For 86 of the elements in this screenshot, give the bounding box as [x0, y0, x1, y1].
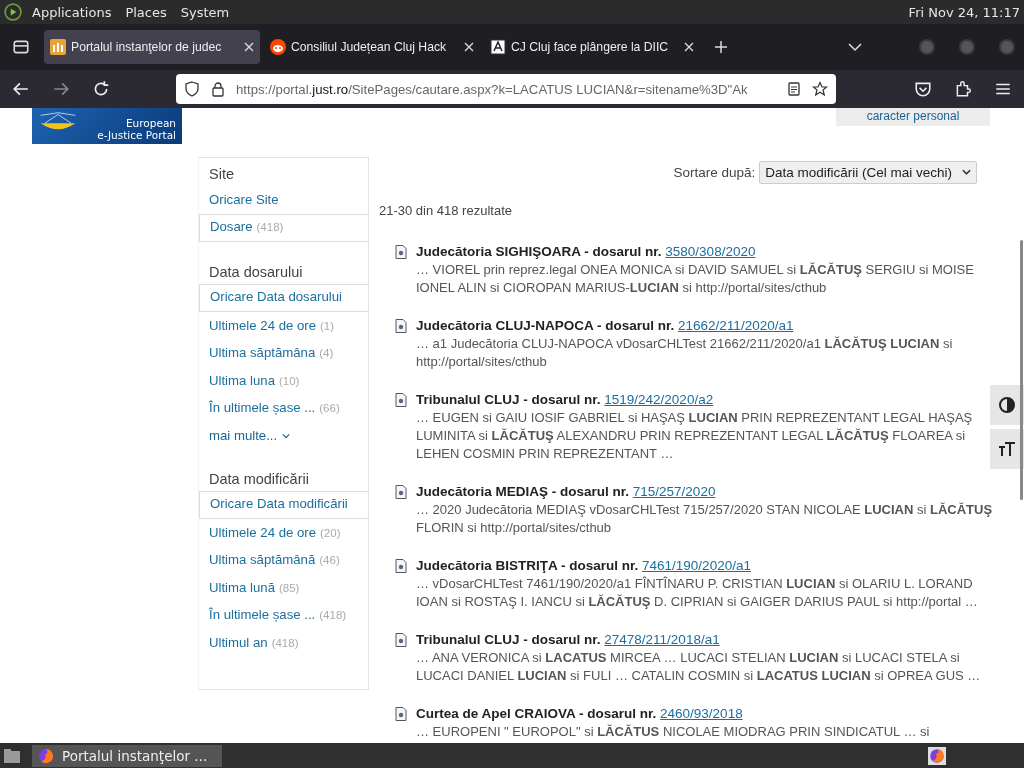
- system-logo-icon[interactable]: [4, 3, 22, 21]
- document-icon: [395, 393, 407, 407]
- bookmark-star-icon[interactable]: [812, 81, 828, 97]
- result-snippet: … 2020 Judecătoria MEDIAŞ vDosarCHLTest 715/257/2020 STAN NICOLAE LUCIAN si LĂCĂTUŞ FLORIN si http://portal/sites/cthub: [416, 501, 994, 537]
- panel-menu[interactable]: System: [180, 4, 230, 20]
- e-justice-logo[interactable]: European e-Justice Portal: [32, 108, 182, 144]
- case-number-link[interactable]: 715/257/2020: [632, 484, 716, 499]
- fox-globe-icon: [38, 747, 54, 764]
- sort-label: Sortare după:: [673, 164, 756, 180]
- document-icon: [395, 559, 407, 573]
- shield-icon[interactable]: [184, 81, 200, 97]
- result-snippet: … a1 Judecătoria CLUJ-NAPOCA vDosarCHLTest 21662/211/2020/a1 LĂCĂTUŞ LUCIAN si http://portal/sites/cthub: [416, 335, 954, 371]
- result-snippet: … VIOREL prin reprez.legal ONEA MONICA si DAVID SAMUEL si LĂCĂTUŞ SERGIU si MOISE IONEL ALIN si CIOROPAN MARIUS-LUCIAN si http://portal/sites/cthub: [416, 261, 975, 297]
- chevron-down-icon: [282, 433, 291, 439]
- refiner-link[interactable]: Ultima săptămâna (4): [199, 339, 368, 367]
- result-title: Tribunalul CLUJ - dosarul nr.: [416, 392, 601, 407]
- scrollbar[interactable]: [1020, 240, 1023, 500]
- panel-menu[interactable]: Places: [125, 4, 167, 20]
- case-number-link[interactable]: 1519/242/2020/a2: [604, 392, 714, 407]
- refiner-link[interactable]: Ultimul an (418): [199, 628, 368, 656]
- case-number-link[interactable]: 3580/308/2020: [665, 244, 756, 259]
- case-number-link[interactable]: 21662/211/2020/a1: [678, 318, 794, 333]
- refiner-heading: Site: [208, 166, 235, 184]
- fox-globe-icon[interactable]: [928, 746, 946, 765]
- more-link[interactable]: mai multe...: [199, 421, 368, 449]
- tab-overflow-chevron-icon[interactable]: [848, 42, 862, 52]
- document-icon: [395, 319, 407, 333]
- refiner-link[interactable]: Dosare (418): [199, 213, 369, 242]
- refiner-heading: Data modificării: [208, 470, 310, 489]
- reload-icon[interactable]: [92, 80, 110, 98]
- case-number-link[interactable]: 7461/190/2020/a1: [642, 558, 751, 573]
- result-title: Judecătoria CLUJ-NAPOCA - dosarul nr.: [416, 318, 675, 333]
- back-arrow-icon[interactable]: [12, 80, 30, 98]
- header-button[interactable]: caracter personal: [836, 108, 990, 126]
- result-title: Tribunalul CLUJ - dosarul nr.: [416, 632, 601, 647]
- refiner-link[interactable]: În ultimele șase ... (418): [199, 601, 368, 629]
- reader-view-icon[interactable]: [786, 81, 802, 97]
- new-tab-icon[interactable]: [714, 40, 728, 54]
- show-desktop-icon[interactable]: [2, 747, 22, 764]
- result-count: 21-30 din 418 rezultate: [379, 203, 513, 220]
- case-number-link[interactable]: 27478/211/2018/a1: [604, 632, 720, 647]
- forward-arrow-icon[interactable]: [52, 80, 70, 98]
- caret-icon: [962, 169, 971, 175]
- result-title: Judecătoria MEDIAŞ - dosarul nr.: [416, 484, 630, 499]
- refiner-link[interactable]: Ultima săptămână (46): [199, 546, 368, 574]
- result-snippet: … vDosarCHLTest 7461/190/2020/a1 FÎNTÎNARU P. CRISTIAN LUCIAN si OLARIU L. LORAND IOAN si ROSTAŞ I. IANCU si LĂCĂTUŞ D. CIPRIAN si GAIGER DARIUS PAUL si http://portal …: [416, 575, 979, 611]
- logo-text: e-Justice Portal: [97, 129, 176, 141]
- result-title: Curtea de Apel CRAIOVA - dosarul nr.: [416, 706, 657, 721]
- url-text: https://portal.just.ro/SitePages/cautare.aspx?k=LACATUS LUCIAN&r=sitename%3D"Ak: [236, 81, 749, 97]
- close-tab-icon[interactable]: [684, 42, 694, 52]
- result-snippet: … ANA VERONICA si LACATUS MIRCEA … LUCACI STELIAN LUCIAN si LUCACI STELA si LUCACI DANIEL LUCIAN si FULI … CATALIN COSMIN si LACATUS LUCIAN si OPREA GUS …: [416, 649, 982, 685]
- case-number-link[interactable]: 2460/93/2018: [660, 706, 743, 721]
- refiner-link[interactable]: Ultima lună (85): [199, 573, 368, 601]
- document-icon: [395, 707, 407, 721]
- clock[interactable]: Fri Nov 24, 11:17: [908, 4, 1020, 20]
- sort-dropdown[interactable]: Data modificării (Cel mai vechi): [759, 160, 977, 184]
- refiner-link[interactable]: Oricare Data modificării: [199, 490, 369, 519]
- refiner-link[interactable]: În ultimele șase ... (66): [199, 394, 368, 422]
- browser-tab[interactable]: CJ Cluj face plângere la DIIC: [484, 30, 700, 64]
- result-title: Judecătoria BISTRIŢA - dosarul nr.: [416, 558, 639, 573]
- document-icon: [395, 485, 407, 499]
- close-tab-icon[interactable]: [244, 42, 254, 52]
- refiner-heading: Data dosarului: [208, 263, 304, 282]
- logo-text: European: [126, 117, 176, 129]
- result-title: Judecătoria SIGHIŞOARA - dosarul nr.: [416, 244, 662, 259]
- panel-menu[interactable]: Applications: [32, 4, 112, 20]
- refiner-link[interactable]: Ultimele 24 de ore (1): [199, 311, 368, 339]
- padlock-icon[interactable]: [210, 81, 226, 97]
- refiner-link[interactable]: Oricare Site: [199, 186, 368, 214]
- alien-favicon-icon: [270, 39, 286, 55]
- address-bar[interactable]: https://portal.just.ro/SitePages/cautare.aspx?k=LACATUS LUCIAN&r=sitename%3D"Ak: [176, 74, 836, 104]
- result-snippet: … EUROPENI " EUROPOL" si LĂCĂTUS NICOLAE MIODRAG PRIN SINDICATUL … si: [416, 723, 931, 741]
- document-icon: [395, 245, 407, 259]
- result-snippet: … EUGEN si GAIU IOSIF GABRIEL si HAŞAŞ LUCIAN PRIN REPREZENTANT LEGAL HAŞAŞ LUMINITA si LĂCĂTUŞ ALEXANDRU PRIN REPREZENTANT LEGAL LĂCĂTUŞ FLOAREA si LEHEN COSMIN PRIN REPREZENTANT …: [416, 409, 974, 463]
- refiner-link[interactable]: Ultimele 24 de ore (20): [199, 518, 368, 546]
- extensions-puzzle-icon[interactable]: [954, 80, 972, 98]
- refiner-link[interactable]: Oricare Data dosarului: [199, 283, 369, 312]
- building-favicon-icon: [50, 39, 66, 55]
- close-tab-icon[interactable]: [464, 42, 474, 52]
- document-icon: [395, 633, 407, 647]
- browser-tab[interactable]: Consiliul Județean Cluj Hack: [264, 30, 480, 64]
- tab-list-icon[interactable]: [12, 38, 30, 56]
- browser-tab[interactable]: Portalul instanţelor de judec: [44, 30, 260, 64]
- refiner-link[interactable]: Ultima luna (10): [199, 366, 368, 394]
- taskbar-window-button[interactable]: Portalul instanţelor ...: [32, 744, 222, 767]
- pocket-icon[interactable]: [914, 80, 932, 98]
